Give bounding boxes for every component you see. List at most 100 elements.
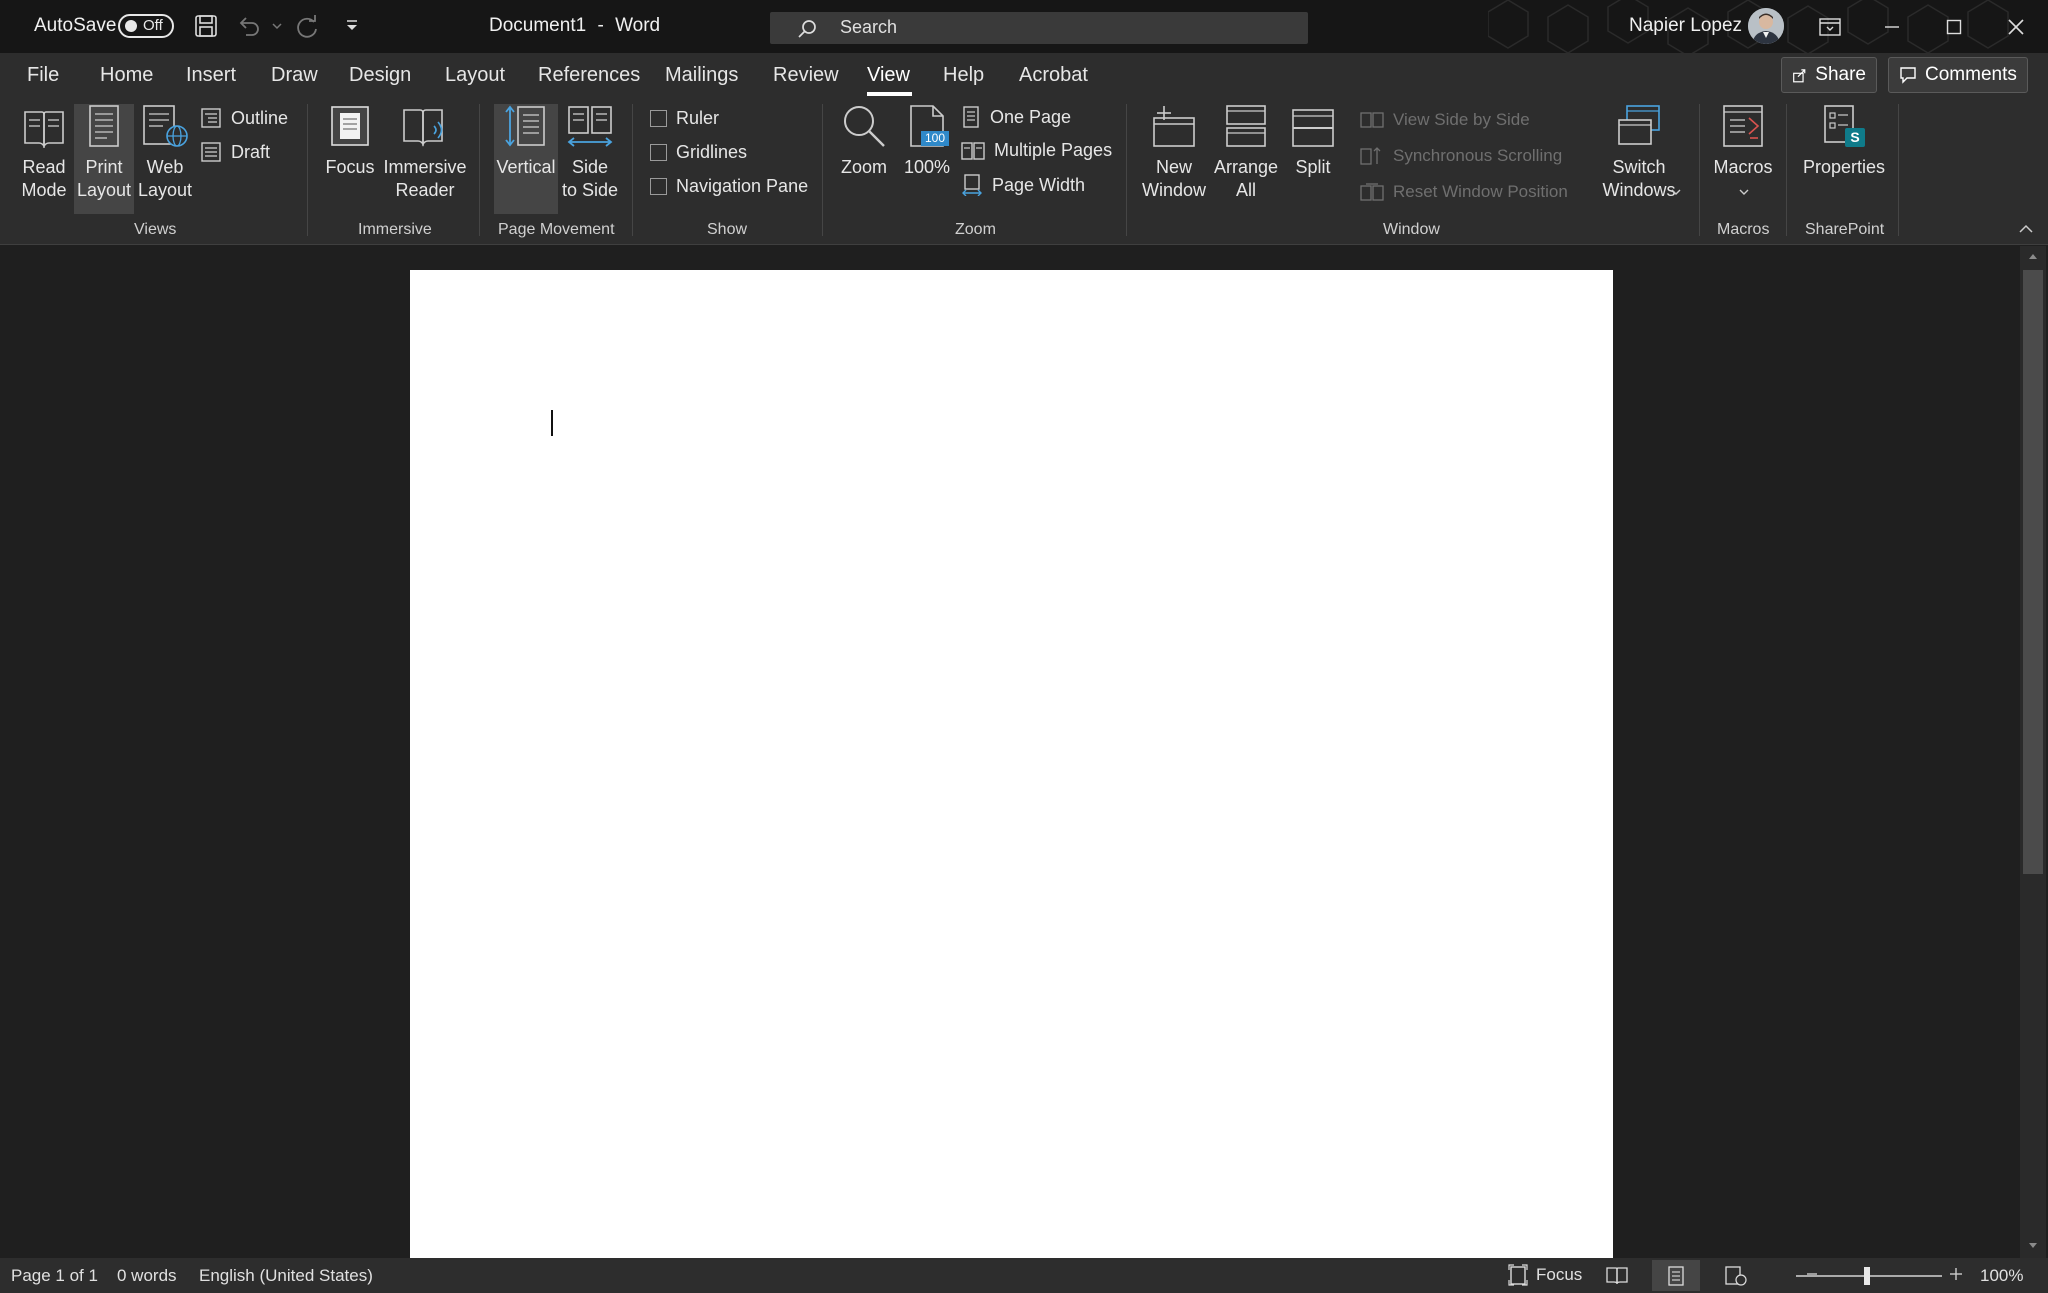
- vertical-button[interactable]: Vertical: [494, 104, 558, 214]
- outline-button[interactable]: Outline: [200, 107, 288, 129]
- macros-icon: [1723, 105, 1763, 147]
- search-box[interactable]: Search: [770, 12, 1308, 44]
- web-layout-icon: [143, 105, 188, 147]
- tab-acrobat[interactable]: Acrobat: [1019, 64, 1088, 87]
- print-layout-button[interactable]: Print Layout: [74, 104, 134, 214]
- collapse-ribbon-icon[interactable]: [2018, 224, 2034, 234]
- user-name[interactable]: Napier Lopez: [1629, 15, 1742, 37]
- view-side-by-side-button[interactable]: View Side by Side: [1360, 110, 1530, 130]
- page-count[interactable]: Page 1 of 1: [11, 1266, 98, 1286]
- scroll-down-icon[interactable]: [2028, 1242, 2038, 1250]
- multiple-pages-button[interactable]: Multiple Pages: [961, 140, 1112, 161]
- zoom-level[interactable]: 100%: [1980, 1266, 2023, 1286]
- document-page[interactable]: [410, 270, 1613, 1258]
- close-button[interactable]: [1986, 0, 2046, 53]
- read-mode-label-2: Mode: [21, 180, 67, 200]
- tab-references[interactable]: References: [538, 64, 640, 87]
- comments-button[interactable]: Comments: [1888, 57, 2028, 93]
- web-layout-view-icon[interactable]: [1725, 1266, 1747, 1286]
- tab-review[interactable]: Review: [773, 64, 839, 87]
- group-label-page-movement: Page Movement: [498, 221, 615, 238]
- new-window-icon: [1153, 106, 1195, 147]
- navigation-pane-checkbox[interactable]: Navigation Pane: [650, 176, 808, 197]
- zoom-button[interactable]: Zoom: [834, 104, 894, 179]
- group-label-views: Views: [134, 221, 177, 238]
- switch-windows-dropdown-icon[interactable]: [1671, 188, 1681, 196]
- tab-view[interactable]: View: [867, 64, 910, 87]
- one-page-button[interactable]: One Page: [961, 106, 1071, 128]
- navigation-pane-checkbox-box[interactable]: [650, 178, 667, 195]
- web-layout-button[interactable]: Web Layout: [135, 104, 195, 202]
- tab-layout[interactable]: Layout: [445, 64, 505, 87]
- group-label-window: Window: [1383, 221, 1440, 238]
- properties-button[interactable]: S Properties: [1799, 104, 1889, 179]
- undo-dropdown-icon[interactable]: [272, 22, 282, 30]
- zoom-in-icon[interactable]: [1949, 1267, 1963, 1281]
- split-button[interactable]: Split: [1284, 104, 1342, 179]
- focus-button[interactable]: Focus: [320, 104, 380, 179]
- reset-window-position-button[interactable]: Reset Window Position: [1360, 182, 1568, 202]
- tab-insert[interactable]: Insert: [186, 64, 236, 87]
- customize-qat-icon[interactable]: [344, 18, 360, 34]
- share-button[interactable]: Share: [1781, 57, 1877, 93]
- zoom-100-badge: 100: [924, 131, 946, 145]
- ruler-checkbox[interactable]: Ruler: [650, 108, 719, 129]
- redo-icon[interactable]: [294, 14, 320, 40]
- save-icon[interactable]: [194, 14, 218, 38]
- read-mode-view-icon[interactable]: [1606, 1266, 1628, 1284]
- language-indicator[interactable]: English (United States): [199, 1266, 373, 1286]
- tab-file[interactable]: File: [27, 64, 59, 87]
- group-separator: [1898, 104, 1899, 236]
- sharepoint-badge: S: [1850, 129, 1860, 145]
- comment-icon: [1900, 67, 1916, 84]
- group-separator: [822, 104, 823, 236]
- zoom-100-button[interactable]: 100 100%: [897, 104, 957, 179]
- focus-label: Focus: [325, 157, 375, 177]
- print-layout-view-button[interactable]: [1652, 1260, 1700, 1291]
- macros-dropdown-icon[interactable]: [1739, 188, 1749, 196]
- new-window-label-1: New: [1155, 157, 1192, 177]
- scrollbar-thumb[interactable]: [2023, 270, 2043, 874]
- scroll-up-icon[interactable]: [2028, 252, 2038, 260]
- vertical-scroll-icon: [505, 105, 545, 147]
- undo-icon[interactable]: [236, 14, 262, 38]
- gridlines-checkbox[interactable]: Gridlines: [650, 142, 747, 163]
- print-layout-view-icon: [1668, 1266, 1684, 1286]
- zoom-label: Zoom: [840, 157, 887, 177]
- focus-mode-button[interactable]: Focus: [1508, 1264, 1582, 1286]
- synchronous-scrolling-button[interactable]: Synchronous Scrolling: [1360, 146, 1562, 166]
- page-width-icon: [962, 174, 982, 196]
- ruler-checkbox-box[interactable]: [650, 110, 667, 127]
- tab-design[interactable]: Design: [349, 64, 411, 87]
- synchronous-scrolling-label: Synchronous Scrolling: [1393, 146, 1563, 165]
- app-name: Word: [615, 15, 661, 36]
- ribbon-tab-row: File Home Insert Draw Design Layout Refe…: [0, 53, 2048, 97]
- page-width-button[interactable]: Page Width: [961, 174, 1085, 196]
- immersive-reader-button[interactable]: Immersive Reader: [383, 104, 467, 202]
- group-separator: [632, 104, 633, 236]
- draft-button[interactable]: Draft: [200, 141, 270, 163]
- group-label-show: Show: [707, 221, 748, 238]
- read-mode-button[interactable]: Read Mode: [14, 104, 74, 202]
- tab-help[interactable]: Help: [943, 64, 984, 87]
- outline-icon: [201, 108, 221, 128]
- arrange-all-button[interactable]: Arrange All: [1213, 104, 1279, 202]
- gridlines-checkbox-box[interactable]: [650, 144, 667, 161]
- group-label-immersive: Immersive: [358, 221, 432, 238]
- tab-draw[interactable]: Draw: [271, 64, 318, 87]
- word-count[interactable]: 0 words: [117, 1266, 177, 1286]
- tab-home[interactable]: Home: [100, 64, 153, 87]
- ribbon-display-options-button[interactable]: [1800, 0, 1860, 53]
- macros-button[interactable]: Macros: [1712, 104, 1774, 179]
- tab-mailings[interactable]: Mailings: [665, 64, 738, 87]
- new-window-button[interactable]: New Window: [1138, 104, 1210, 202]
- immersive-reader-label-1: Immersive: [383, 157, 467, 177]
- minimize-button[interactable]: [1862, 0, 1922, 53]
- avatar[interactable]: [1748, 8, 1784, 44]
- maximize-button[interactable]: [1924, 0, 1984, 53]
- new-window-label-2: Window: [1141, 180, 1207, 200]
- view-side-by-side-label: View Side by Side: [1393, 110, 1530, 129]
- autosave-toggle[interactable]: Off: [118, 14, 174, 38]
- side-to-side-button[interactable]: Side to Side: [561, 104, 619, 202]
- zoom-slider-thumb[interactable]: [1864, 1267, 1870, 1285]
